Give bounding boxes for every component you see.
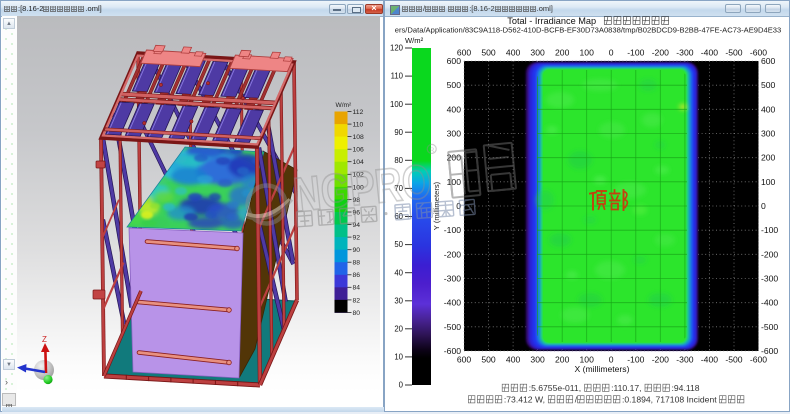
svg-text:Total - Irradiance Map: Total - Irradiance Map <box>507 16 598 26</box>
svg-text:108: 108 <box>353 134 365 141</box>
svg-text:100: 100 <box>353 184 365 191</box>
svg-text::0.1894, 717108 Incident: :0.1894, 717108 Incident <box>622 395 719 405</box>
svg-text:10: 10 <box>394 353 403 362</box>
svg-text:112: 112 <box>353 109 364 116</box>
svg-text:-600: -600 <box>750 355 767 365</box>
svg-text:X (millimeters): X (millimeters) <box>575 364 630 374</box>
svg-text:600: 600 <box>447 56 462 66</box>
svg-text:50: 50 <box>394 240 403 249</box>
svg-text:-600: -600 <box>444 346 461 356</box>
svg-text:Z: Z <box>42 335 47 344</box>
svg-text:80: 80 <box>353 310 361 317</box>
svg-text::94.118: :94.118 <box>672 383 700 393</box>
svg-text:86: 86 <box>353 272 361 279</box>
svg-text:-400: -400 <box>701 355 718 365</box>
svg-text:100: 100 <box>447 177 462 187</box>
svg-text:98: 98 <box>353 197 361 204</box>
svg-text:120: 120 <box>390 44 404 53</box>
svg-text:200: 200 <box>555 355 570 365</box>
svg-text:-500: -500 <box>725 355 742 365</box>
svg-text:110: 110 <box>391 72 404 81</box>
svg-text:100: 100 <box>390 100 404 109</box>
svg-text:0: 0 <box>609 48 614 58</box>
svg-text:84: 84 <box>353 285 361 292</box>
svg-text:102: 102 <box>353 172 365 179</box>
svg-text:300: 300 <box>530 355 545 365</box>
svg-text:W/m²: W/m² <box>405 36 424 45</box>
svg-text:100: 100 <box>580 48 595 58</box>
svg-text:500: 500 <box>447 80 462 90</box>
svg-text:-400: -400 <box>444 298 461 308</box>
svg-text:-300: -300 <box>761 274 778 284</box>
svg-text:300: 300 <box>761 129 776 139</box>
svg-text:104: 104 <box>353 159 365 166</box>
svg-text:500: 500 <box>481 355 496 365</box>
svg-text:90: 90 <box>353 247 361 254</box>
svg-text:500: 500 <box>481 48 496 58</box>
svg-text:-300: -300 <box>676 355 693 365</box>
svg-text:-300: -300 <box>444 274 461 284</box>
svg-text:70: 70 <box>394 184 403 193</box>
svg-text:100: 100 <box>580 355 595 365</box>
svg-text:-200: -200 <box>652 355 669 365</box>
svg-text:-100: -100 <box>444 225 461 235</box>
svg-text:110: 110 <box>353 122 364 129</box>
svg-text:60: 60 <box>394 212 403 221</box>
svg-text:400: 400 <box>506 48 521 58</box>
svg-text:-100: -100 <box>627 48 644 58</box>
svg-text:-300: -300 <box>676 48 693 58</box>
svg-text:-400: -400 <box>701 48 718 58</box>
svg-text:80: 80 <box>394 156 403 165</box>
svg-text::110.17,: :110.17, <box>611 383 644 393</box>
svg-text:400: 400 <box>506 355 521 365</box>
svg-text:-400: -400 <box>761 298 778 308</box>
svg-text:600: 600 <box>457 355 472 365</box>
svg-text:-500: -500 <box>761 322 778 332</box>
svg-text:200: 200 <box>555 48 570 58</box>
svg-text:-200: -200 <box>652 48 669 58</box>
svg-text:ers/Data/Application/83C9A118-: ers/Data/Application/83C9A118-D562-410D-… <box>395 26 782 35</box>
svg-text:-200: -200 <box>761 249 778 259</box>
svg-text:40: 40 <box>394 268 403 277</box>
svg-text:96: 96 <box>353 209 361 216</box>
svg-text:200: 200 <box>447 153 462 163</box>
svg-text:88: 88 <box>353 260 361 267</box>
svg-text:W/m²: W/m² <box>336 102 353 109</box>
svg-text:-100: -100 <box>627 355 644 365</box>
svg-text:0: 0 <box>456 201 461 211</box>
svg-text:106: 106 <box>353 147 365 154</box>
svg-text:200: 200 <box>761 153 776 163</box>
svg-text:500: 500 <box>761 80 776 90</box>
svg-text:20: 20 <box>394 324 403 333</box>
svg-text:0: 0 <box>399 381 404 390</box>
svg-text::5.6755e-011,: :5.6755e-011, <box>529 383 584 393</box>
svg-text:-200: -200 <box>444 249 461 259</box>
svg-text:92: 92 <box>353 235 361 242</box>
svg-text:400: 400 <box>761 104 776 114</box>
svg-text:90: 90 <box>394 128 403 137</box>
svg-text::73.412 W,: :73.412 W, <box>504 395 547 405</box>
svg-text:0: 0 <box>761 201 766 211</box>
svg-text:0: 0 <box>609 355 614 365</box>
svg-text:400: 400 <box>447 104 462 114</box>
svg-text:-100: -100 <box>761 225 778 235</box>
svg-text:94: 94 <box>353 222 361 229</box>
svg-text:600: 600 <box>761 56 776 66</box>
svg-text:-500: -500 <box>444 322 461 332</box>
svg-text:100: 100 <box>761 177 776 187</box>
svg-text:Y (millimeters): Y (millimeters) <box>432 181 441 230</box>
svg-text:-500: -500 <box>725 48 742 58</box>
svg-text:30: 30 <box>394 296 403 305</box>
svg-text:82: 82 <box>353 297 361 304</box>
svg-text:-600: -600 <box>761 346 778 356</box>
svg-text:300: 300 <box>447 129 462 139</box>
svg-text:300: 300 <box>530 48 545 58</box>
